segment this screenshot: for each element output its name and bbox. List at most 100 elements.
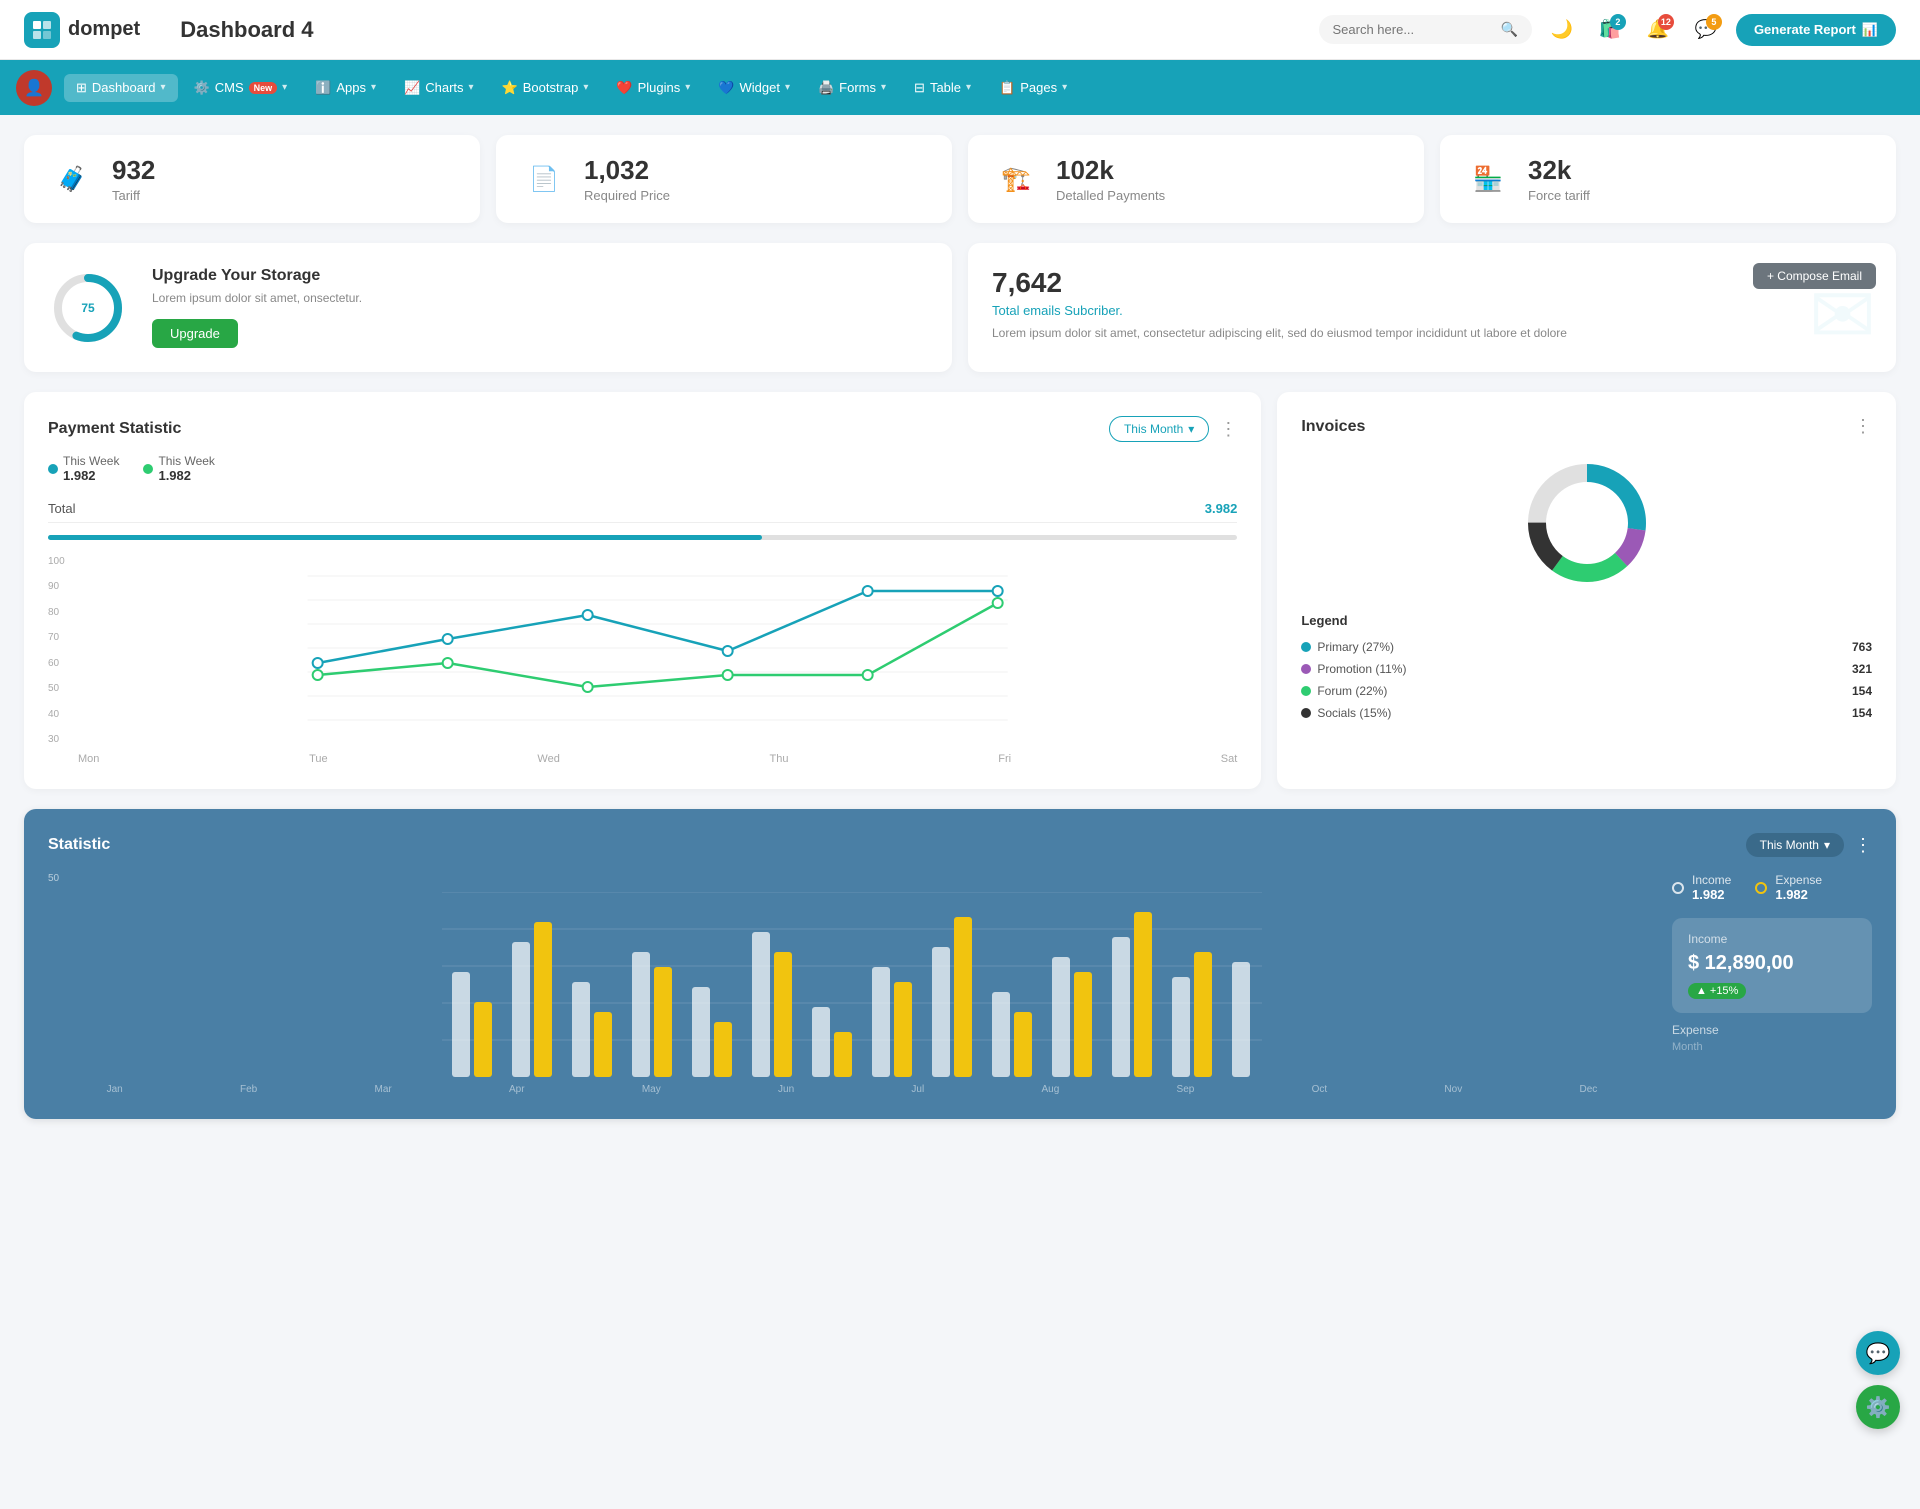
expense-label-bottom: Expense bbox=[1672, 1023, 1872, 1037]
payment-progress-bar bbox=[48, 535, 1237, 540]
force-value: 32k bbox=[1528, 155, 1590, 186]
page-title: Dashboard 4 bbox=[180, 17, 1318, 43]
nav-item-plugins[interactable]: ❤️ Plugins ▾ bbox=[604, 74, 702, 102]
main-nav: 👤 ⊞ Dashboard ▾ ⚙️ CMS New ▾ ℹ️ Apps ▾ 📈… bbox=[0, 60, 1920, 115]
tariff-label: Tariff bbox=[112, 188, 155, 203]
legend-color-forum bbox=[1301, 686, 1311, 696]
chevron-down-icon: ▾ bbox=[785, 82, 790, 93]
legend-color-primary bbox=[1301, 642, 1311, 652]
total-row: Total 3.982 bbox=[48, 495, 1237, 523]
statistic-content: 50 bbox=[48, 873, 1872, 1095]
legend-color-promotion bbox=[1301, 664, 1311, 674]
nav-item-forms[interactable]: 🖨️ Forms ▾ bbox=[806, 74, 898, 102]
legend-color-socials bbox=[1301, 708, 1311, 718]
chevron-down-icon: ▾ bbox=[1062, 82, 1067, 93]
nav-item-apps[interactable]: ℹ️ Apps ▾ bbox=[303, 74, 388, 102]
charts-icon: 📈 bbox=[404, 80, 420, 96]
cart-icon[interactable]: 🛍️2 bbox=[1592, 12, 1628, 48]
chevron-down-icon: ▾ bbox=[966, 82, 971, 93]
income-box-value: $ 12,890,00 bbox=[1688, 952, 1856, 975]
nav-avatar: 👤 bbox=[16, 70, 52, 106]
payment-chart bbox=[78, 556, 1237, 746]
upgrade-button[interactable]: Upgrade bbox=[152, 319, 238, 348]
force-label: Force tariff bbox=[1528, 188, 1590, 203]
email-desc: Lorem ipsum dolor sit amet, consectetur … bbox=[992, 326, 1872, 340]
storage-title: Upgrade Your Storage bbox=[152, 267, 362, 285]
bootstrap-icon: ⭐ bbox=[502, 80, 518, 96]
legend-dot-1 bbox=[143, 464, 153, 474]
header-right: 🔍 🌙 🛍️2 🔔12 💬5 Generate Report 📊 bbox=[1319, 12, 1897, 48]
message-badge: 5 bbox=[1706, 14, 1722, 30]
dots-menu-icon[interactable]: ⋮ bbox=[1219, 419, 1237, 440]
statistic-bar-chart bbox=[48, 892, 1656, 1077]
x-axis-labels: MonTueWedThuFriSat bbox=[78, 753, 1237, 765]
this-month-button[interactable]: This Month ▾ bbox=[1109, 416, 1209, 442]
y-axis-labels: 10090807060504030 bbox=[48, 556, 65, 745]
stat-card-price: 📄 1,032 Required Price bbox=[496, 135, 952, 223]
notification-icon[interactable]: 🔔12 bbox=[1640, 12, 1676, 48]
price-value: 1,032 bbox=[584, 155, 670, 186]
invoices-card: Invoices ⋮ Lege bbox=[1277, 392, 1896, 789]
search-bar[interactable]: 🔍 bbox=[1319, 15, 1532, 44]
statistic-dots-menu[interactable]: ⋮ bbox=[1854, 835, 1872, 856]
message-icon[interactable]: 💬5 bbox=[1688, 12, 1724, 48]
storage-circle: 75 bbox=[48, 268, 128, 348]
apps-icon: ℹ️ bbox=[315, 80, 331, 96]
logo-text: dompet bbox=[68, 18, 140, 41]
tariff-icon: 🧳 bbox=[48, 155, 96, 203]
statistic-card: Statistic This Month ▾ ⋮ 50 bbox=[24, 809, 1896, 1119]
nav-item-bootstrap[interactable]: ⭐ Bootstrap ▾ bbox=[490, 74, 601, 102]
nav-item-charts[interactable]: 📈 Charts ▾ bbox=[392, 74, 486, 102]
generate-report-button[interactable]: Generate Report 📊 bbox=[1736, 14, 1896, 46]
fab-container: 💬 ⚙️ bbox=[1856, 1331, 1900, 1429]
row2: 75 Upgrade Your Storage Lorem ipsum dolo… bbox=[24, 243, 1896, 372]
fab-settings-button[interactable]: ⚙️ bbox=[1856, 1385, 1900, 1429]
dark-mode-toggle[interactable]: 🌙 bbox=[1544, 12, 1580, 48]
nav-item-dashboard[interactable]: ⊞ Dashboard ▾ bbox=[64, 74, 178, 102]
invoices-title: Invoices bbox=[1301, 418, 1365, 436]
chevron-down-icon: ▾ bbox=[161, 82, 166, 93]
fab-chat-button[interactable]: 💬 bbox=[1856, 1331, 1900, 1375]
payment-controls: This Month ▾ ⋮ bbox=[1109, 416, 1237, 442]
search-input[interactable] bbox=[1333, 22, 1493, 37]
main-content: 🧳 932 Tariff 📄 1,032 Required Price 🏗️ 1… bbox=[0, 115, 1920, 1139]
legend-item-0: This Week 1.982 bbox=[48, 454, 119, 483]
notification-badge: 12 bbox=[1658, 14, 1674, 30]
nav-item-cms[interactable]: ⚙️ CMS New ▾ bbox=[182, 74, 300, 102]
chevron-down-icon: ▾ bbox=[469, 82, 474, 93]
nav-item-table[interactable]: ⊟ Table ▾ bbox=[902, 74, 983, 102]
row3: Payment Statistic This Month ▾ ⋮ This We… bbox=[24, 392, 1896, 789]
search-icon: 🔍 bbox=[1501, 21, 1518, 38]
email-subtitle: Total emails Subcriber. bbox=[992, 303, 1872, 318]
nav-item-pages[interactable]: 📋 Pages ▾ bbox=[987, 74, 1079, 102]
payments-value: 102k bbox=[1056, 155, 1165, 186]
statistic-this-month-button[interactable]: This Month ▾ bbox=[1746, 833, 1844, 857]
legend-item-1: This Week 1.982 bbox=[143, 454, 214, 483]
payment-title: Payment Statistic bbox=[48, 420, 181, 438]
expense-item: Expense 1.982 bbox=[1755, 873, 1822, 902]
nav-item-widget[interactable]: 💙 Widget ▾ bbox=[706, 74, 802, 102]
payment-header: Payment Statistic This Month ▾ ⋮ bbox=[48, 416, 1237, 442]
header: dompet Dashboard 4 🔍 🌙 🛍️2 🔔12 💬5 Genera… bbox=[0, 0, 1920, 60]
payments-icon: 🏗️ bbox=[992, 155, 1040, 203]
chevron-down-icon: ▾ bbox=[371, 82, 376, 93]
price-label: Required Price bbox=[584, 188, 670, 203]
tariff-value: 932 bbox=[112, 155, 155, 186]
income-dot bbox=[1672, 882, 1684, 894]
invoices-dots-menu[interactable]: ⋮ bbox=[1854, 416, 1872, 437]
income-box: Income $ 12,890,00 ▲ +15% bbox=[1672, 918, 1872, 1013]
forms-icon: 🖨️ bbox=[818, 80, 834, 96]
widget-icon: 💙 bbox=[718, 80, 734, 96]
logo-icon bbox=[24, 12, 60, 48]
stat-cards: 🧳 932 Tariff 📄 1,032 Required Price 🏗️ 1… bbox=[24, 135, 1896, 223]
list-item: Primary (27%) 763 bbox=[1301, 636, 1872, 658]
chevron-down-icon: ▾ bbox=[881, 82, 886, 93]
statistic-title: Statistic bbox=[48, 836, 110, 854]
payment-card: Payment Statistic This Month ▾ ⋮ This We… bbox=[24, 392, 1261, 789]
payment-legend: This Week 1.982 This Week 1.982 bbox=[48, 454, 1237, 483]
list-item: Socials (15%) 154 bbox=[1301, 702, 1872, 724]
list-item: Promotion (11%) 321 bbox=[1301, 658, 1872, 680]
logo: dompet bbox=[24, 12, 140, 48]
email-bg-icon: ✉ bbox=[1809, 269, 1876, 362]
statistic-header: Statistic This Month ▾ ⋮ bbox=[48, 833, 1872, 857]
